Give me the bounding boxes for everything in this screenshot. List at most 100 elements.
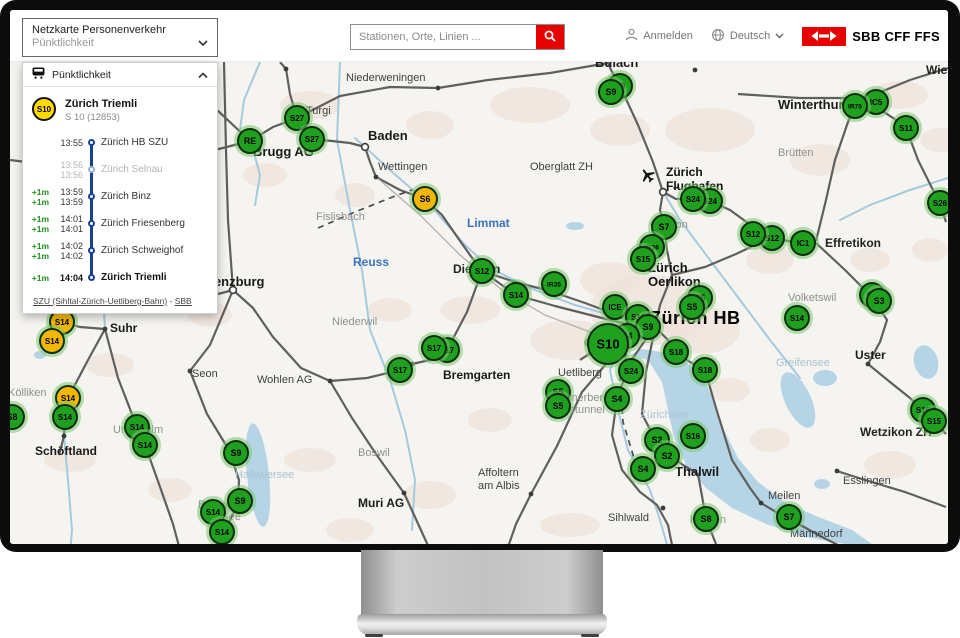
map-badge-S18[interactable]: S18 — [691, 356, 720, 385]
map-label: am Albis — [478, 480, 520, 492]
map-badge-S24[interactable]: S24 — [679, 185, 708, 214]
stop-name: Zürich HB SZU — [99, 129, 217, 156]
map-label: Fislisbach — [316, 211, 365, 223]
chevron-down-icon — [775, 30, 784, 42]
map-badge-IR75[interactable]: IR75 — [841, 92, 870, 121]
map-badge-S15[interactable]: S15 — [629, 245, 658, 274]
map-badge-S14[interactable]: S14 — [131, 431, 160, 460]
map-label: Kölliken — [10, 387, 47, 399]
map-badge-S17[interactable]: S17 — [386, 356, 415, 385]
map-badge-S18[interactable]: S18 — [662, 338, 691, 367]
map-badge-S9[interactable]: S9 — [226, 487, 255, 516]
monitor: BülachNiederweningenWiesTurgiWinterthurB… — [0, 0, 960, 638]
map-label: Hallwilersee — [235, 469, 294, 481]
svg-text:S10: S10 — [596, 337, 619, 352]
stop-row[interactable]: +1m+1m14:0214:02Zürich Schweighof — [23, 237, 217, 264]
map-badge-S27[interactable]: S27 — [298, 125, 327, 154]
map-badge-S14[interactable]: S14 — [208, 518, 237, 545]
map-badge-S15[interactable]: S15 — [920, 407, 949, 436]
sbb-flag-icon — [802, 27, 846, 46]
map-badge-S9[interactable]: S9 — [597, 78, 626, 107]
search-box[interactable] — [350, 24, 565, 50]
station-dot — [759, 501, 764, 506]
map-badge-S3[interactable]: S3 — [865, 287, 894, 316]
login-label: Anmelden — [643, 30, 693, 42]
stop-row[interactable]: 13:5613:56Zürich Selnau — [23, 156, 217, 183]
map-badge-S12[interactable]: S12 — [739, 220, 768, 249]
map-badge-S14[interactable]: S14 — [783, 304, 812, 333]
terrain-patch — [243, 163, 287, 187]
map-badge-S6[interactable]: S6 — [411, 185, 440, 214]
svg-text:S11: S11 — [899, 124, 913, 133]
map-badge-S14[interactable]: S14 — [38, 327, 67, 356]
map-badge-S4[interactable]: S4 — [629, 455, 658, 484]
map-badge-RE[interactable]: RE — [236, 127, 265, 156]
svg-text:S5: S5 — [553, 401, 564, 411]
map-label: Effretikon — [825, 236, 881, 250]
language-selector[interactable]: Deutsch — [711, 28, 784, 45]
stop-dot — [88, 247, 95, 254]
stop-row[interactable]: +1m+1m13:5913:59Zürich Binz — [23, 183, 217, 210]
map-label: Suhr — [110, 321, 138, 335]
layer-dropdown[interactable]: Netzkarte Personenverkehr Pünktlichkeit — [22, 18, 218, 57]
stop-dot — [88, 166, 95, 173]
station-dot — [529, 492, 534, 497]
map-badge-S16[interactable]: S16 — [679, 422, 708, 451]
map-badge-S8[interactable]: S8 — [10, 403, 27, 432]
map-label: Wies — [926, 63, 948, 77]
svg-text:S14: S14 — [55, 318, 70, 327]
terrain-patch — [912, 238, 948, 262]
terrain-patch — [665, 108, 755, 152]
user-icon — [625, 28, 638, 44]
map-label: Sihlwald — [608, 512, 649, 524]
stop-row[interactable]: +1m14:04Zürich Triemli — [23, 264, 217, 291]
svg-text:S18: S18 — [669, 348, 684, 357]
map-badge-S11[interactable]: S11 — [892, 114, 921, 143]
footer-link[interactable]: SZU (Sihltal-Zürich-Uetliberg-Bahn) — [33, 296, 167, 306]
svg-text:IC1: IC1 — [797, 239, 810, 248]
svg-text:S4: S4 — [612, 394, 623, 404]
map-badge-S14[interactable]: S14 — [502, 281, 531, 310]
map-badge-S8[interactable]: S8 — [692, 505, 721, 534]
chevron-down-icon — [198, 34, 208, 52]
station-dot — [62, 434, 67, 439]
stop-row[interactable]: 13:55Zürich HB SZU — [23, 129, 217, 156]
terrain-patch — [148, 478, 192, 502]
terrain-patch — [750, 428, 790, 452]
svg-text:S9: S9 — [231, 448, 242, 458]
map-label: Uster — [855, 348, 886, 362]
station-dot — [436, 86, 441, 91]
map-badge-S14[interactable]: S14 — [51, 403, 80, 432]
map-label: Baden — [368, 128, 408, 143]
map-badge-S24[interactable]: S24 — [617, 357, 646, 386]
map-badge-S26[interactable]: S26 — [926, 189, 949, 218]
terrain-patch — [406, 111, 454, 139]
svg-text:S12: S12 — [475, 267, 490, 276]
stop-name: Zürich Friesenberg — [99, 210, 217, 237]
map-badge-S4[interactable]: S4 — [603, 385, 632, 414]
chevron-up-icon[interactable] — [198, 66, 208, 84]
map-label: Brütten — [778, 147, 813, 159]
footer-link[interactable]: SBB — [175, 296, 192, 306]
map-badge-S5[interactable]: S5 — [544, 392, 573, 421]
svg-text:S24: S24 — [686, 195, 701, 204]
map-badge-S9[interactable]: S9 — [222, 439, 251, 468]
map-badge-S5[interactable]: S5 — [678, 293, 707, 322]
stop-name: Zürich Schweighof — [99, 237, 217, 264]
map-badge-IC1[interactable]: IC1 — [789, 229, 818, 258]
search-button[interactable] — [536, 25, 564, 49]
map-label: Wohlen AG — [257, 374, 312, 386]
line-badge-s10: S10 — [32, 97, 56, 121]
stop-row[interactable]: +1m+1m14:0114:01Zürich Friesenberg — [23, 210, 217, 237]
globe-icon — [711, 28, 725, 45]
map-badge-S12[interactable]: S12 — [468, 257, 497, 286]
map-badge-S17[interactable]: S17 — [420, 334, 449, 363]
terrain-patch — [540, 513, 600, 537]
map-badge-IR35[interactable]: IR35 — [540, 270, 569, 299]
search-input[interactable] — [351, 25, 536, 49]
map-label: Boswil — [358, 447, 390, 459]
map-badge-S7[interactable]: S7 — [775, 503, 804, 532]
svg-text:S9: S9 — [606, 87, 617, 97]
map-label: Greifensee — [776, 357, 830, 369]
login-button[interactable]: Anmelden — [625, 28, 693, 44]
